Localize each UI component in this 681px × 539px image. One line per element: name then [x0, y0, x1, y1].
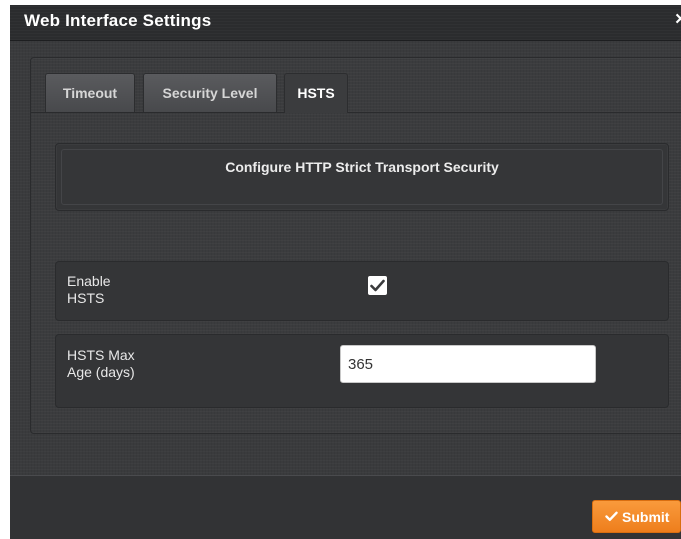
hsts-max-age-label-line2: Age (days)	[67, 364, 135, 380]
tab-bar: Timeout Security Level HSTS	[31, 58, 681, 113]
hsts-max-age-row: HSTS Max Age (days)	[55, 334, 669, 408]
close-icon[interactable]: ×	[675, 9, 681, 31]
tab-timeout[interactable]: Timeout	[45, 73, 135, 112]
submit-label: Submit	[622, 509, 670, 525]
hsts-max-age-label-line1: HSTS Max	[67, 347, 135, 363]
enable-hsts-label-line2: HSTS	[67, 290, 105, 306]
checkmark-icon	[370, 279, 385, 292]
checkmark-icon	[605, 511, 618, 521]
enable-hsts-label: Enable HSTS	[67, 273, 177, 307]
submit-button[interactable]: Submit	[592, 500, 681, 533]
dialog-footer: Submit	[10, 475, 681, 539]
web-interface-settings-dialog: Web Interface Settings × Timeout Securit…	[10, 5, 681, 539]
dialog-titlebar: Web Interface Settings ×	[10, 5, 681, 41]
section-title: Configure HTTP Strict Transport Security	[225, 159, 499, 175]
settings-panel: Timeout Security Level HSTS Configure HT…	[30, 57, 681, 434]
section-header: Configure HTTP Strict Transport Security	[55, 143, 669, 211]
section-header-frame	[61, 149, 663, 205]
tab-hsts[interactable]: HSTS	[284, 73, 348, 113]
enable-hsts-checkbox[interactable]	[368, 276, 387, 295]
tab-security-level[interactable]: Security Level	[143, 73, 277, 112]
enable-hsts-label-line1: Enable	[67, 273, 111, 289]
hsts-max-age-label: HSTS Max Age (days)	[67, 347, 177, 381]
hsts-max-age-input[interactable]	[340, 345, 596, 383]
dialog-title: Web Interface Settings	[24, 11, 212, 30]
enable-hsts-row: Enable HSTS	[55, 261, 669, 321]
